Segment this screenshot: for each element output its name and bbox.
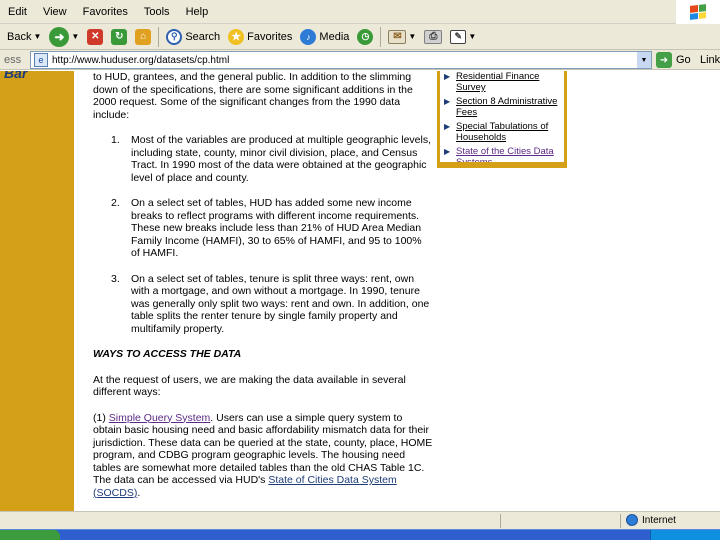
menu-edit[interactable]: Edit [8, 6, 27, 18]
status-separator [620, 514, 621, 528]
windows-logo-icon [676, 0, 720, 24]
main-content: to HUD, grantees, and the general public… [93, 71, 433, 499]
chevron-down-icon[interactable]: ▼ [637, 52, 651, 68]
chevron-down-icon[interactable]: ▼ [71, 32, 79, 41]
sidebar-item-section8[interactable]: ▶ Section 8 Administrative Fees [444, 96, 560, 118]
list-number: 1. [111, 134, 120, 146]
refresh-button[interactable]: ↻ [111, 26, 128, 48]
arrow-right-icon: ▶ [444, 122, 451, 131]
list-text: On a select set of tables, tenure is spl… [131, 272, 430, 335]
menu-tools[interactable]: Tools [144, 6, 170, 18]
media-icon: ♪ [300, 28, 317, 45]
system-tray [650, 530, 720, 540]
sidebar-item-special-tabulations[interactable]: ▶ Special Tabulations of Households [444, 121, 560, 143]
back-label: Back [7, 30, 32, 43]
list-item: 1. Most of the variables are produced at… [93, 134, 433, 184]
box-border-bottom [437, 162, 567, 168]
list-number: 3. [111, 272, 120, 285]
page-icon: e [34, 53, 48, 67]
refresh-icon: ↻ [111, 28, 128, 45]
stop-icon: ✕ [87, 28, 104, 45]
menu-help[interactable]: Help [186, 6, 209, 18]
taskbar [0, 529, 720, 540]
edit-button[interactable]: ✎ ▼ [450, 26, 476, 48]
sqs-paragraph: (1) Simple Query System. Users can use a… [93, 412, 433, 500]
search-icon: ⚲ [166, 28, 183, 45]
address-bar: ess e http://www.huduser.org/datasets/cp… [0, 50, 720, 70]
sidebar-item-residential-finance[interactable]: ▶ Residential Finance Survey [444, 71, 560, 93]
media-button[interactable]: ♪ Media [300, 26, 349, 48]
address-url[interactable]: http://www.huduser.org/datasets/cp.html [52, 55, 229, 66]
list-text: On a select set of tables, HUD has added… [131, 197, 422, 259]
chevron-down-icon[interactable]: ▼ [468, 32, 476, 41]
simple-query-system-link[interactable]: Simple Query System [109, 412, 211, 424]
history-button[interactable]: ◷ [357, 26, 374, 48]
print-button[interactable]: ⎙ [424, 26, 443, 48]
menu-view[interactable]: View [43, 6, 67, 18]
go-label: Go [676, 54, 691, 66]
page-viewport[interactable]: Bar to HUD, grantees, and the general pu… [0, 71, 720, 511]
menu-bar: Edit View Favorites Tools Help [0, 0, 720, 24]
media-label: Media [319, 30, 350, 43]
favorites-button[interactable]: ★ Favorites [228, 26, 292, 48]
site-logo: Bar [4, 71, 28, 81]
address-label: ess [4, 53, 22, 66]
socds-suffix: . [137, 486, 141, 499]
zone-label: Internet [642, 514, 676, 526]
list-text: Most of the variables are produced at mu… [131, 134, 431, 184]
arrow-right-icon: ▶ [444, 147, 451, 156]
search-label: Search [185, 30, 221, 43]
stop-button[interactable]: ✕ [87, 26, 104, 48]
sidebar-link[interactable]: Section 8 Administrative Fees [456, 96, 557, 118]
access-intro: At the request of users, we are making t… [93, 373, 406, 399]
address-input[interactable]: e http://www.huduser.org/datasets/cp.htm… [30, 51, 652, 69]
arrow-right-icon: ▶ [444, 97, 451, 106]
changes-list: 1. Most of the variables are produced at… [93, 134, 433, 335]
menu-favorites[interactable]: Favorites [83, 6, 128, 18]
list-number: 2. [111, 197, 120, 209]
sidebar-link[interactable]: Special Tabulations of Households [456, 121, 548, 143]
back-button[interactable]: Back ▼ [4, 26, 41, 48]
security-zone: Internet [626, 514, 676, 526]
sidebar-link[interactable]: Residential Finance Survey [456, 71, 539, 93]
related-datasets-box: ▶ Residential Finance Survey ▶ Section 8… [437, 71, 567, 168]
standard-toolbar: Back ▼ ➜ ▼ ✕ ↻ ⌂ ⚲ Search ★ Favorites ♪ … [0, 24, 720, 50]
left-gold-bar: Bar [0, 71, 74, 511]
chevron-down-icon[interactable]: ▼ [33, 32, 41, 41]
intro-paragraph: to HUD, grantees, and the general public… [93, 71, 413, 121]
sqs-prefix: (1) [93, 411, 106, 424]
list-item: 3. On a select set of tables, tenure is … [93, 273, 433, 336]
home-button[interactable]: ⌂ [135, 26, 152, 48]
forward-arrow-icon: ➜ [49, 26, 70, 47]
section-heading: WAYS TO ACCESS THE DATA [93, 348, 242, 360]
toolbar-separator [158, 26, 160, 47]
mail-icon: ✉ [388, 29, 407, 44]
globe-icon [626, 514, 638, 526]
status-separator [500, 514, 501, 528]
start-button[interactable] [0, 530, 60, 540]
edit-page-icon: ✎ [450, 29, 467, 44]
go-button[interactable]: ➜ Go [656, 52, 691, 68]
search-button[interactable]: ⚲ Search [166, 26, 220, 48]
print-icon: ⎙ [424, 29, 443, 44]
favorites-label: Favorites [247, 30, 293, 43]
toolbar-separator [380, 26, 382, 47]
chevron-down-icon[interactable]: ▼ [408, 32, 416, 41]
links-button[interactable]: Links [700, 54, 720, 66]
status-bar: Internet [0, 511, 720, 529]
star-icon: ★ [228, 28, 245, 45]
history-icon: ◷ [357, 28, 374, 45]
forward-button[interactable]: ➜ ▼ [49, 26, 79, 48]
mail-button[interactable]: ✉ ▼ [388, 26, 416, 48]
home-icon: ⌂ [135, 28, 152, 45]
browser-window: Edit View Favorites Tools Help Back ▼ ➜ … [0, 0, 720, 540]
list-item: 2. On a select set of tables, HUD has ad… [93, 197, 433, 260]
go-arrow-icon: ➜ [656, 52, 672, 68]
arrow-right-icon: ▶ [444, 72, 451, 81]
